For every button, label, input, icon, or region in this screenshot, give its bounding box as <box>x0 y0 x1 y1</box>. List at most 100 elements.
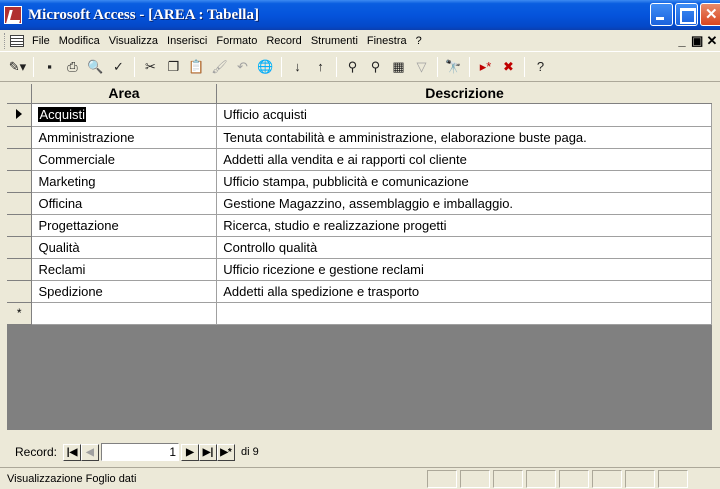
select-all-corner[interactable] <box>7 84 32 104</box>
filter-by-selection-icon[interactable]: ⚲ <box>341 56 364 78</box>
datasheet-icon[interactable] <box>10 34 24 47</box>
print-icon[interactable]: ⎙ <box>61 56 84 78</box>
access-app-icon[interactable] <box>4 6 22 24</box>
column-header-descrizione[interactable]: Descrizione <box>217 84 712 104</box>
row-selector[interactable] <box>7 148 33 171</box>
column-headers: Area Descrizione <box>7 84 712 104</box>
maximize-button[interactable] <box>675 3 698 26</box>
next-record-button[interactable]: ▶ <box>181 443 200 461</box>
first-record-button[interactable]: |◀ <box>63 443 82 461</box>
status-pane <box>625 469 655 488</box>
datasheet-area: Area Descrizione Acquisti Ufficio acquis… <box>7 84 712 430</box>
cell-area[interactable]: Qualità <box>31 236 218 259</box>
toolbar-separator <box>33 56 34 77</box>
delete-record-icon[interactable]: ✖ <box>497 56 520 78</box>
record-number-input[interactable]: 1 <box>101 443 180 461</box>
new-record-icon[interactable]: ▸* <box>474 56 497 78</box>
table-row[interactable]: Commerciale Addetti alla vendita e ai ra… <box>7 148 712 171</box>
toolbar-separator <box>134 56 135 77</box>
document-close-icon[interactable]: ✕ <box>706 33 718 49</box>
row-selector[interactable] <box>7 104 33 127</box>
table-row[interactable]: Qualità Controllo qualità <box>7 236 712 259</box>
minimize-button[interactable] <box>650 3 673 26</box>
new-record-row[interactable]: * <box>7 302 712 325</box>
cell-descrizione[interactable]: Gestione Magazzino, assemblaggio e imbal… <box>216 192 712 215</box>
cell-descrizione[interactable]: Ufficio acquisti <box>216 104 712 127</box>
row-selector[interactable] <box>7 170 33 193</box>
menu-inserisci[interactable]: Inserisci <box>167 35 207 47</box>
menu-record[interactable]: Record <box>266 35 301 47</box>
toolbar-separator <box>469 56 470 77</box>
cell-area[interactable]: Officina <box>31 192 218 215</box>
cell-descrizione[interactable]: Controllo qualità <box>216 236 712 259</box>
menu-modifica[interactable]: Modifica <box>59 35 100 47</box>
menu-file[interactable]: File <box>32 35 50 47</box>
row-selector[interactable] <box>7 126 33 149</box>
menu-help[interactable]: ? <box>416 35 422 47</box>
new-cell-descrizione[interactable] <box>216 302 712 325</box>
close-button[interactable] <box>700 3 720 26</box>
cell-descrizione[interactable]: Addetti alla vendita e ai rapporti col c… <box>216 148 712 171</box>
cell-area[interactable]: Acquisti <box>31 104 218 127</box>
record-navigation: Record: |◀ ◀ 1 ▶ ▶| ▶* di 9 <box>7 441 712 463</box>
sort-ascending-icon[interactable]: ↓ <box>286 56 309 78</box>
row-selector[interactable] <box>7 280 33 303</box>
save-icon[interactable]: ▪ <box>38 56 61 78</box>
cell-area[interactable]: Commerciale <box>31 148 218 171</box>
row-selector[interactable] <box>7 258 33 281</box>
table-row[interactable]: Amministrazione Tenuta contabilità e amm… <box>7 126 712 149</box>
apply-filter-icon[interactable]: ▽ <box>410 56 433 78</box>
row-selector[interactable] <box>7 192 33 215</box>
format-painter-icon[interactable]: 🖌 <box>208 56 231 78</box>
new-record-selector[interactable]: * <box>7 302 33 325</box>
menu-finestra[interactable]: Finestra <box>367 35 407 47</box>
new-record-nav-button[interactable]: ▶* <box>217 443 236 461</box>
cell-descrizione[interactable]: Tenuta contabilità e amministrazione, el… <box>216 126 712 149</box>
cell-descrizione[interactable]: Ufficio stampa, pubblicità e comunicazio… <box>216 170 712 193</box>
cell-area[interactable]: Reclami <box>31 258 218 281</box>
menu-visualizza[interactable]: Visualizza <box>109 35 158 47</box>
hyperlink-icon[interactable]: 🌐 <box>254 56 277 78</box>
undo-icon[interactable]: ↶ <box>231 56 254 78</box>
find-icon[interactable]: 🔭 <box>442 56 465 78</box>
table-row[interactable]: Acquisti Ufficio acquisti <box>7 104 712 127</box>
document-restore-icon[interactable]: ▣ <box>691 33 703 49</box>
cell-area[interactable]: Progettazione <box>31 214 218 237</box>
advanced-filter-icon[interactable]: ▦ <box>387 56 410 78</box>
row-selector[interactable] <box>7 214 33 237</box>
copy-icon[interactable]: ❐ <box>162 56 185 78</box>
cell-area[interactable]: Amministrazione <box>31 126 218 149</box>
cell-descrizione[interactable]: Addetti alla spedizione e trasporto <box>216 280 712 303</box>
last-record-button[interactable]: ▶| <box>199 443 218 461</box>
table-row[interactable]: Officina Gestione Magazzino, assemblaggi… <box>7 192 712 215</box>
paste-icon[interactable]: 📋 <box>185 56 208 78</box>
view-design-icon[interactable]: ✎▾ <box>6 56 29 78</box>
row-selector[interactable] <box>7 236 33 259</box>
cell-area[interactable]: Spedizione <box>31 280 218 303</box>
previous-record-button[interactable]: ◀ <box>81 443 100 461</box>
cell-descrizione[interactable]: Ufficio ricezione e gestione reclami <box>216 258 712 281</box>
column-header-area[interactable]: Area <box>32 84 217 104</box>
cell-area[interactable]: Marketing <box>31 170 218 193</box>
filter-by-form-icon[interactable]: ⚲ <box>364 56 387 78</box>
menu-strumenti[interactable]: Strumenti <box>311 35 358 47</box>
help-icon[interactable]: ? <box>529 56 552 78</box>
window-controls <box>650 3 720 26</box>
spelling-icon[interactable]: ✓ <box>107 56 130 78</box>
document-minimize-icon[interactable]: _ <box>676 33 688 49</box>
cut-icon[interactable]: ✂ <box>139 56 162 78</box>
table-row[interactable]: Spedizione Addetti alla spedizione e tra… <box>7 280 712 303</box>
new-cell-area[interactable] <box>31 302 218 325</box>
status-pane <box>526 469 556 488</box>
menu-grip[interactable] <box>4 32 7 49</box>
menu-formato[interactable]: Formato <box>216 35 257 47</box>
document-window-controls: _ ▣ ✕ <box>676 33 718 49</box>
sort-descending-icon[interactable]: ↑ <box>309 56 332 78</box>
print-preview-icon[interactable]: 🔍 <box>84 56 107 78</box>
table-row[interactable]: Progettazione Ricerca, studio e realizza… <box>7 214 712 237</box>
status-pane <box>592 469 622 488</box>
table-row[interactable]: Reclami Ufficio ricezione e gestione rec… <box>7 258 712 281</box>
cell-descrizione[interactable]: Ricerca, studio e realizzazione progetti <box>216 214 712 237</box>
record-count: di 9 <box>241 446 259 458</box>
table-row[interactable]: Marketing Ufficio stampa, pubblicità e c… <box>7 170 712 193</box>
